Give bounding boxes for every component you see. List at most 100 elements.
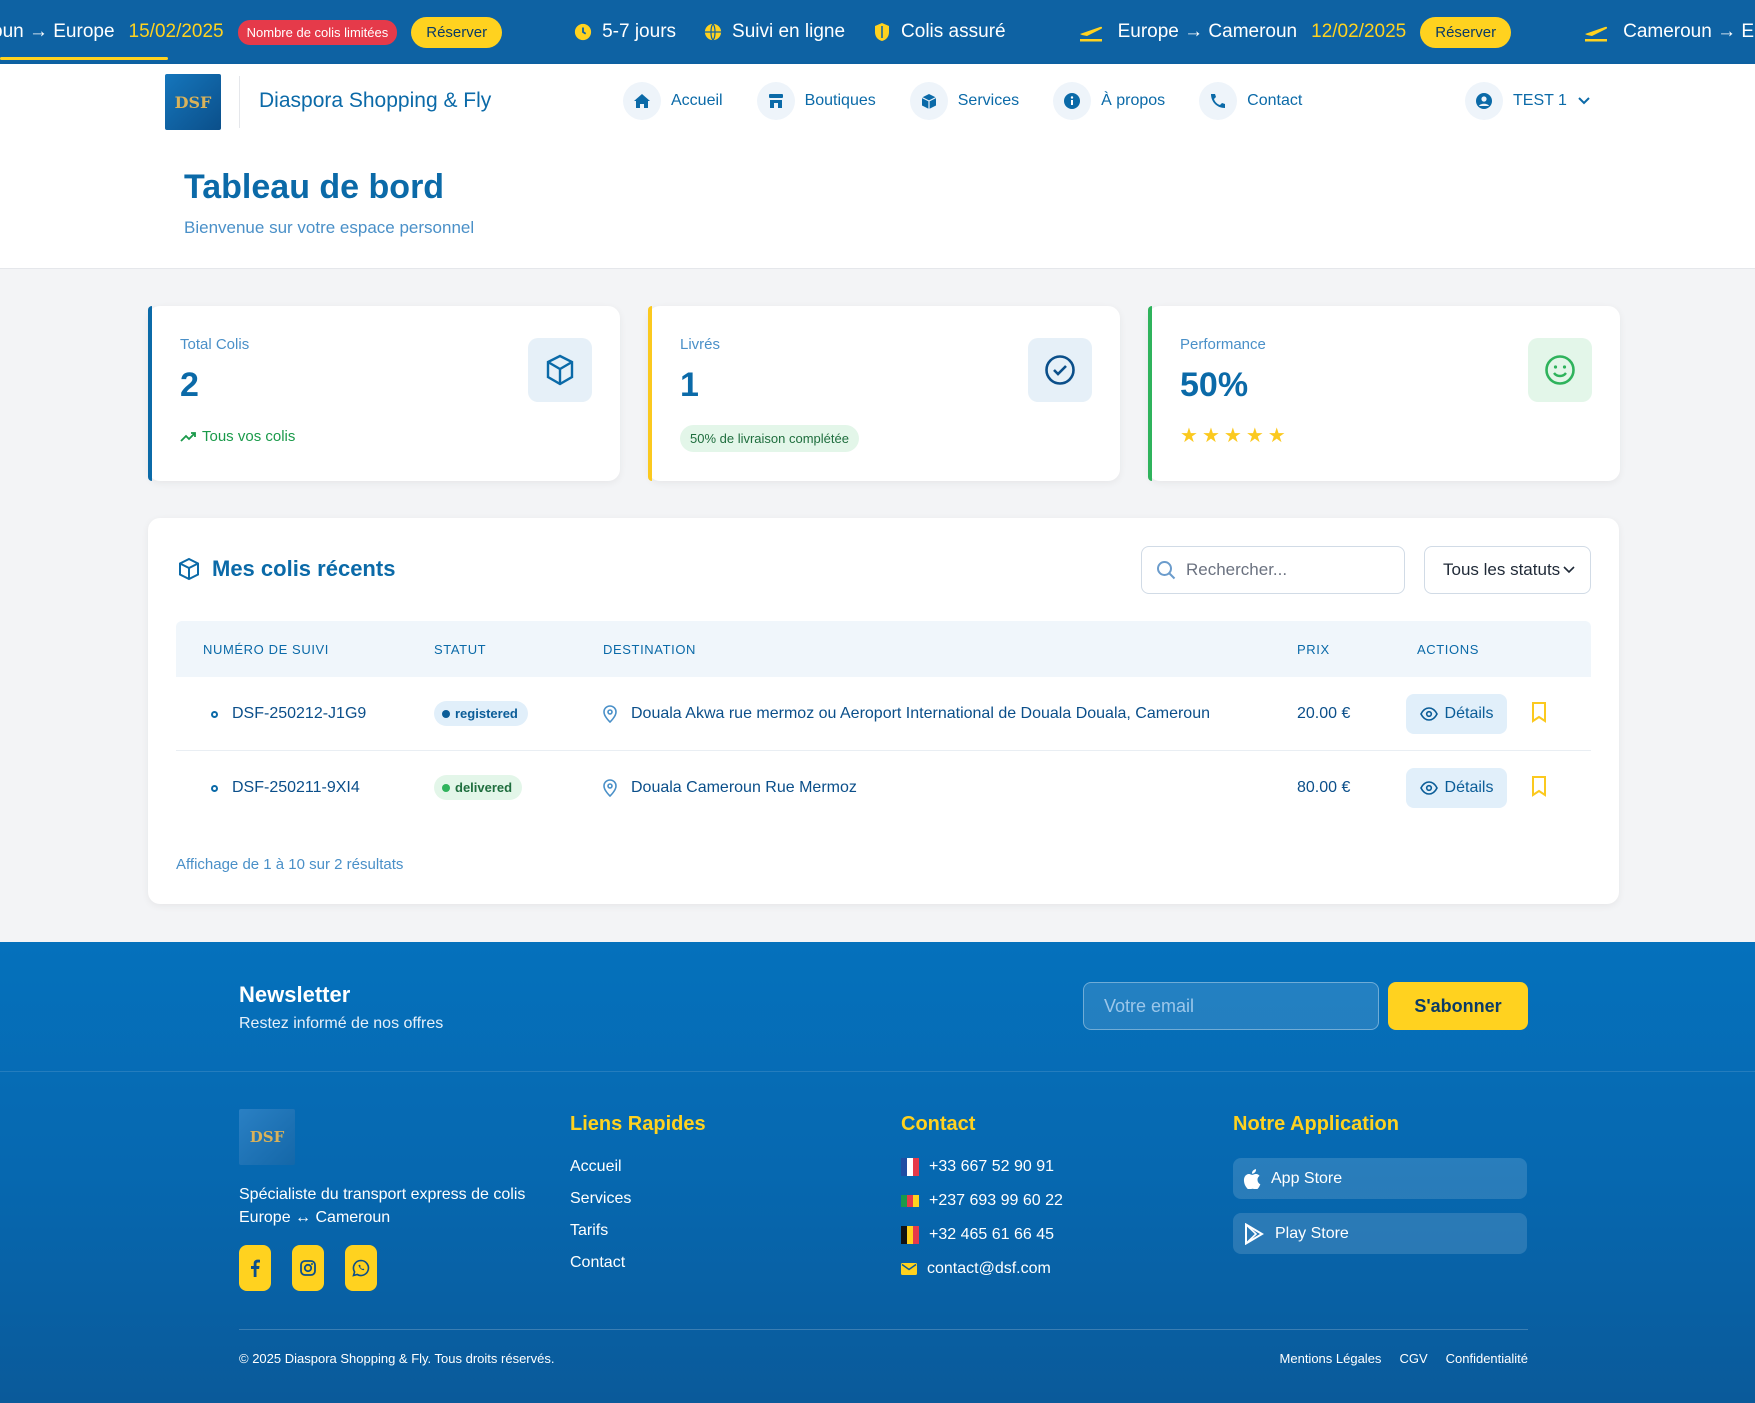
footer-link[interactable]: Tarifs: [570, 1222, 706, 1240]
whatsapp-icon[interactable]: [345, 1245, 377, 1291]
limited-badge: Nombre de colis limitées: [237, 19, 398, 45]
column-header: STATUT: [434, 642, 487, 657]
feature-insured-label: Colis assuré: [901, 21, 1006, 42]
footer-link[interactable]: Services: [570, 1190, 706, 1208]
box-icon: [909, 82, 948, 120]
footer-link[interactable]: Contact: [570, 1254, 706, 1272]
contact-email[interactable]: contact@dsf.com: [901, 1260, 1063, 1278]
footer-link[interactable]: Accueil: [570, 1158, 706, 1176]
newsletter-subtitle: Restez informé de nos offres: [239, 1015, 444, 1032]
column-header: DESTINATION: [603, 642, 697, 657]
delivery-rate-badge: 50% de livraison complétée: [680, 425, 859, 452]
contact-phone-fr[interactable]: +33 667 52 90 91: [901, 1158, 1063, 1176]
status-text: registered: [455, 706, 518, 721]
ticker-item-3: Cameroun → Euro: [1583, 21, 1755, 43]
details-label: Détails: [1444, 779, 1494, 796]
map-pin-icon: [603, 705, 617, 723]
subscribe-button[interactable]: S'abonner: [1388, 982, 1528, 1030]
facebook-icon[interactable]: [239, 1245, 271, 1291]
details-button[interactable]: Détails: [1406, 768, 1507, 808]
stat-card-total: Total Colis 2 Tous vos colis: [148, 306, 620, 481]
eye-icon: [1419, 781, 1438, 795]
announcement-ticker: oun → Europe 15/02/2025 Nombre de colis …: [0, 0, 1755, 64]
column-header: ACTIONS: [1417, 642, 1479, 657]
nav-link-label: Boutiques: [804, 92, 876, 109]
row-dot: [211, 784, 218, 792]
app-store-button[interactable]: App Store: [1233, 1158, 1527, 1199]
star-icon: ★: [1180, 425, 1198, 447]
box-icon: [528, 338, 592, 402]
logo-text: DSF: [249, 1128, 285, 1146]
row-dot: [211, 710, 218, 718]
bookmark-icon[interactable]: [1530, 775, 1548, 797]
stat-label: Performance: [1180, 336, 1266, 353]
page-title: Tableau de bord: [184, 168, 445, 206]
bookmark-icon[interactable]: [1530, 701, 1548, 723]
nav-link-home[interactable]: Accueil: [623, 82, 723, 120]
nav-link-contact[interactable]: Contact: [1199, 82, 1302, 120]
ticker-progress: [0, 57, 168, 60]
footer-divider: [0, 1071, 1755, 1072]
logo-divider: [239, 76, 240, 128]
ticker-route: oun → Europe: [0, 21, 115, 42]
nav-link-label: Services: [957, 92, 1020, 109]
table-row: DSF-250211-9XI4 delivered Douala Camerou…: [176, 751, 1591, 825]
logo-text: DSF: [174, 92, 212, 112]
stat-label: Livrés: [680, 336, 721, 353]
nav-link-services[interactable]: Services: [909, 82, 1020, 120]
logo[interactable]: DSF: [165, 74, 221, 130]
contact-text: contact@dsf.com: [927, 1260, 1051, 1277]
destination-cell: Douala Cameroun Rue Mermoz: [603, 779, 857, 797]
clock-icon: [574, 23, 592, 41]
search-box: [1141, 546, 1405, 594]
nav-link-label: À propos: [1101, 92, 1166, 109]
footer: Newsletter Restez informé de nos offres …: [0, 942, 1755, 1403]
details-label: Détails: [1444, 705, 1494, 722]
nav-link-about[interactable]: À propos: [1053, 82, 1165, 120]
table-header: NUMÉRO DE SUIVI STATUT DESTINATION PRIX …: [176, 621, 1591, 677]
status-dot: [442, 709, 450, 718]
tracking-number: DSF-250212-J1G9: [232, 705, 367, 722]
app-store-label: App Store: [1271, 1169, 1343, 1187]
contact-title: Contact: [901, 1113, 976, 1135]
footer-logo[interactable]: DSF: [239, 1109, 295, 1165]
legal-links: Mentions Légales CGV Confidentialité: [1262, 1351, 1528, 1366]
footer-about: Spécialiste du transport express de coli…: [239, 1186, 526, 1226]
instagram-icon[interactable]: [292, 1245, 324, 1291]
star-icon: ★: [1245, 425, 1264, 447]
reserve-button[interactable]: Réserver: [1420, 16, 1512, 48]
contact-column: Contact +33 667 52 90 91 +237 693 99 60 …: [901, 1113, 1063, 1294]
legal-link[interactable]: Mentions Légales: [1280, 1351, 1382, 1366]
rating-stars: ★ ★ ★ ★ ★: [1180, 423, 1290, 448]
stat-value: 2: [180, 366, 199, 404]
search-input[interactable]: [1186, 560, 1386, 580]
brand-name[interactable]: Diaspora Shopping & Fly: [259, 89, 491, 113]
details-button[interactable]: Détails: [1406, 694, 1507, 734]
user-menu[interactable]: TEST 1: [1465, 82, 1591, 120]
play-store-button[interactable]: Play Store: [1233, 1213, 1527, 1254]
newsletter-email-input[interactable]: [1083, 982, 1379, 1030]
legal-link[interactable]: CGV: [1399, 1351, 1427, 1366]
panel-title-text: Mes colis récents: [212, 556, 396, 581]
status-filter-select[interactable]: Tous les statuts: [1424, 546, 1591, 594]
card-accent-bar: [148, 306, 152, 481]
contact-phone-be[interactable]: +32 465 61 66 45: [901, 1226, 1063, 1244]
legal-link[interactable]: Confidentialité: [1446, 1351, 1528, 1366]
trending-up-icon: [180, 431, 196, 442]
play-store-icon: [1245, 1222, 1264, 1245]
newsletter-title: Newsletter: [239, 982, 351, 1007]
home-icon: [623, 82, 661, 120]
app-title: Notre Application: [1233, 1113, 1399, 1135]
column-header: PRIX: [1297, 642, 1330, 657]
globe-icon: [704, 23, 722, 41]
apple-icon: [1243, 1168, 1261, 1189]
reserve-button[interactable]: Réserver: [411, 16, 503, 48]
nav-link-shops[interactable]: Boutiques: [756, 82, 876, 120]
check-circle-icon: [1028, 338, 1092, 402]
contact-text: +237 693 99 60 22: [929, 1192, 1063, 1209]
plane-icon: [1585, 26, 1608, 42]
feature-insured: Colis assuré: [873, 21, 1006, 43]
table-row: DSF-250212-J1G9 registered Douala Akwa r…: [176, 677, 1591, 751]
contact-text: +33 667 52 90 91: [929, 1158, 1055, 1175]
contact-phone-cm[interactable]: +237 693 99 60 22: [901, 1192, 1063, 1210]
